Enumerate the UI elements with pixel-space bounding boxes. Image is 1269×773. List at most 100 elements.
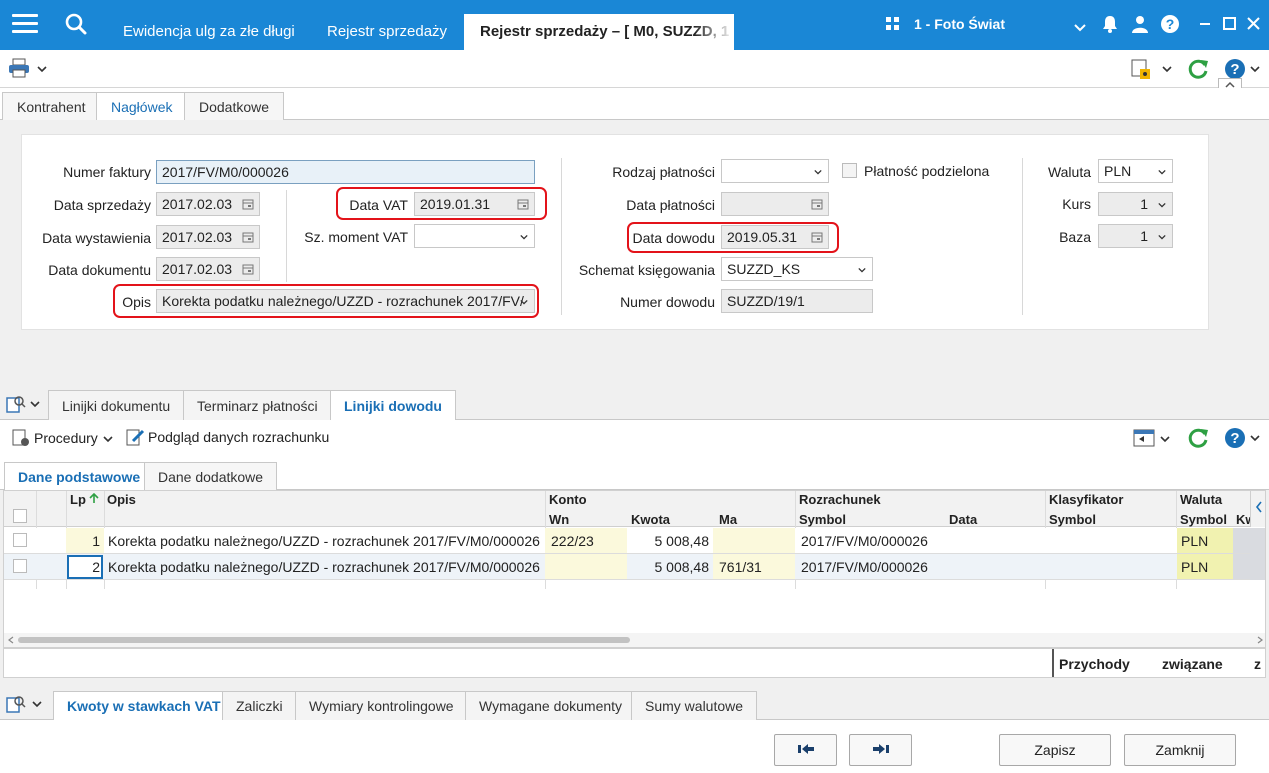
col-klasyfikator-symbol[interactable]: Symbol	[1049, 512, 1096, 527]
row-lp: 1	[92, 533, 100, 549]
chevron-down-icon[interactable]	[32, 699, 42, 709]
scrollbar-thumb[interactable]	[18, 637, 630, 643]
grid-collapse-button[interactable]	[1250, 491, 1265, 527]
view-settings-icon[interactable]	[6, 694, 26, 714]
schemat-ksiegowania-select[interactable]: SUZZD_KS	[721, 257, 873, 281]
company-selector[interactable]: 1 - Foto Świat	[886, 16, 1005, 32]
data-sprzedazy-field[interactable]: 2017.02.03	[156, 192, 260, 216]
menu-icon[interactable]	[12, 14, 38, 36]
collapse-ribbon-button[interactable]	[1218, 78, 1242, 88]
chevron-down-icon[interactable]	[1160, 434, 1170, 444]
col-rozrachunek: Rozrachunek	[799, 492, 881, 507]
col-kwota[interactable]: Kwota	[631, 512, 670, 527]
data-platnosci-field[interactable]	[721, 192, 829, 216]
calendar-icon[interactable]	[811, 198, 823, 210]
data-dokumentu-field[interactable]: 2017.02.03	[156, 257, 260, 281]
highlight-data-vat	[336, 187, 547, 220]
help-icon[interactable]: ?	[1224, 58, 1246, 80]
settings-doc-icon[interactable]	[1130, 58, 1152, 80]
numer-faktury-field[interactable]: 2017/FV/M0/000026	[156, 160, 535, 184]
tab-dane-dodatkowe[interactable]: Dane dodatkowe	[144, 462, 278, 490]
kurs-select[interactable]: 1	[1098, 192, 1173, 216]
tab-naglowek[interactable]: Nagłówek	[96, 92, 188, 121]
podglad-rozrachunku-button[interactable]: Podgląd danych rozrachunku	[148, 429, 329, 445]
bell-icon[interactable]	[1100, 14, 1120, 34]
chevron-down-icon[interactable]	[37, 64, 47, 74]
col-opis[interactable]: Opis	[107, 492, 136, 507]
lines-tabs: Linijki dokumentu Terminarz płatności Li…	[0, 382, 1269, 421]
scroll-right-icon[interactable]	[1257, 636, 1263, 644]
schemat-ksiegowania-value: SUZZD_KS	[727, 261, 801, 277]
close-button[interactable]: Zamknij	[1124, 734, 1236, 766]
tab-dane-podstawowe[interactable]: Dane podstawowe	[4, 462, 155, 491]
kurs-label: Kurs	[1062, 196, 1091, 212]
horizontal-scrollbar[interactable]	[4, 633, 1265, 647]
chevron-down-icon[interactable]	[30, 399, 40, 409]
help-icon[interactable]: ?	[1160, 14, 1180, 34]
col-ma[interactable]: Ma	[719, 512, 737, 527]
calendar-icon[interactable]	[242, 198, 254, 210]
previous-button[interactable]	[774, 734, 837, 766]
numer-dowodu-field[interactable]: SUZZD/19/1	[721, 289, 873, 313]
printer-icon[interactable]	[8, 58, 30, 78]
col-symbol[interactable]: Symbol	[799, 512, 846, 527]
chevron-down-icon[interactable]	[103, 434, 113, 444]
waluta-value: PLN	[1104, 163, 1132, 179]
highlight-opis	[113, 284, 539, 318]
col-data[interactable]: Data	[949, 512, 977, 527]
tab-sumy-walutowe[interactable]: Sumy walutowe	[631, 691, 758, 720]
data-wystawienia-field[interactable]: 2017.02.03	[156, 225, 260, 249]
refresh-icon[interactable]	[1186, 57, 1210, 81]
row-symbol: 2017/FV/M0/000026	[801, 533, 928, 549]
highlight-data-dowodu	[627, 222, 839, 253]
col-wn[interactable]: Wn	[549, 512, 569, 527]
tab-zaliczki[interactable]: Zaliczki	[222, 691, 297, 720]
tab-wymagane-dokumenty[interactable]: Wymagane dokumenty	[465, 691, 637, 720]
row-checkbox[interactable]	[13, 533, 27, 547]
summary-przychody: Przychody	[1059, 656, 1130, 672]
waluta-select[interactable]: PLN	[1098, 159, 1173, 183]
row-wn[interactable]: 222/23	[551, 533, 594, 549]
chevron-down-icon[interactable]	[1250, 433, 1260, 443]
tab-rejestr-sprzedazy-active[interactable]: Rejestr sprzedaży – [ M0, SUZZD, 1	[464, 14, 734, 50]
view-settings-icon[interactable]	[6, 394, 26, 414]
search-icon[interactable]	[64, 12, 88, 36]
refresh-icon[interactable]	[1186, 426, 1210, 450]
tab-kontrahent[interactable]: Kontrahent	[2, 92, 101, 120]
user-icon[interactable]	[1130, 14, 1150, 34]
col-kw[interactable]: Kw	[1236, 512, 1250, 527]
tab-dodatkowe[interactable]: Dodatkowe	[184, 92, 285, 120]
close-icon[interactable]	[1244, 14, 1264, 34]
tab-terminarz-platnosci[interactable]: Terminarz płatności	[183, 390, 332, 420]
maximize-icon[interactable]	[1220, 14, 1240, 34]
tab-linijki-dokumentu[interactable]: Linijki dokumentu	[48, 390, 185, 420]
col-waluta-symbol[interactable]: Symbol	[1180, 512, 1227, 527]
tab-rejestr-sprzedazy[interactable]: Rejestr sprzedaży	[327, 14, 447, 50]
calendar-icon[interactable]	[242, 231, 254, 243]
panel-toggle-icon[interactable]	[1133, 429, 1155, 447]
save-button[interactable]: Zapisz	[999, 734, 1111, 766]
chevron-down-icon[interactable]	[1073, 18, 1087, 38]
tab-kwoty-vat[interactable]: Kwoty w stawkach VAT	[53, 691, 235, 721]
rodzaj-platnosci-select[interactable]	[721, 159, 829, 183]
select-all-checkbox[interactable]	[13, 509, 27, 523]
row-checkbox[interactable]	[13, 559, 27, 573]
tab-wymiary-kontrolingowe[interactable]: Wymiary kontrolingowe	[295, 691, 468, 720]
calendar-icon[interactable]	[242, 263, 254, 275]
baza-select[interactable]: 1	[1098, 224, 1173, 248]
chevron-down-icon[interactable]	[1162, 64, 1172, 74]
tab-linijki-dowodu[interactable]: Linijki dowodu	[330, 390, 456, 421]
chevron-down-icon[interactable]	[1250, 64, 1260, 74]
platnosc-podzielona-checkbox[interactable]	[842, 163, 857, 178]
col-lp[interactable]: Lp	[70, 492, 86, 507]
data-dokumentu-label: Data dokumentu	[48, 262, 151, 278]
minimize-icon[interactable]	[1196, 14, 1216, 34]
sz-moment-vat-select[interactable]	[414, 224, 535, 248]
row-ma[interactable]: 761/31	[719, 559, 762, 575]
scroll-left-icon[interactable]	[8, 636, 14, 644]
help-icon[interactable]: ?	[1224, 427, 1246, 449]
tab-ewidencja[interactable]: Ewidencja ulg za złe długi	[123, 14, 295, 50]
column-divider	[1022, 158, 1023, 315]
next-button[interactable]	[849, 734, 912, 766]
procedury-button[interactable]: Procedury	[34, 430, 98, 446]
